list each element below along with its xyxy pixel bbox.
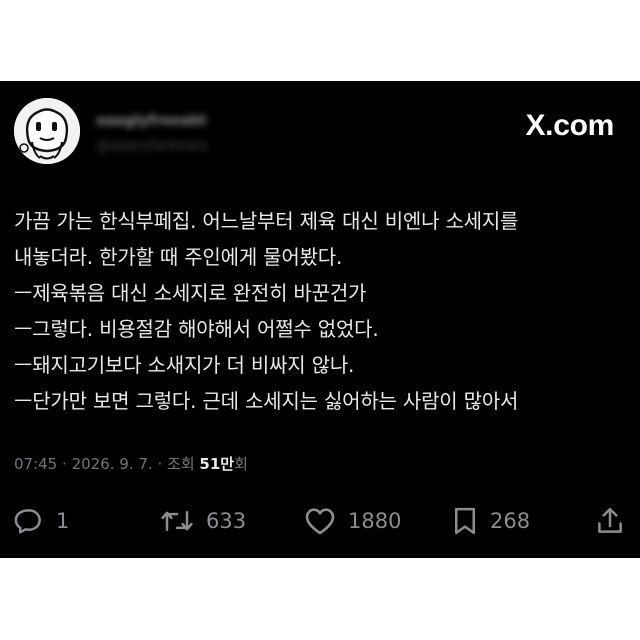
user-display-name[interactable]: aaaglyfreeabt [96,113,206,129]
reply-count: 1 [56,509,70,533]
like-count: 1880 [348,509,402,533]
repost-count: 633 [206,509,247,533]
views-label: 조회 [167,455,195,473]
repost-button[interactable]: 633 [160,501,246,541]
post-meta: 07:45 · 2026. 9. 7. · 조회 51만회 [14,453,248,474]
meta-separator: · [62,455,67,473]
post-body-line: 가끔 가는 한식부페집. 어느날부터 제육 대신 비엔나 소세지를 [14,209,519,233]
action-bar: 1 633 1880 268 [0,501,640,541]
brand-logo: X.com [525,109,614,142]
cartoon-avatar-icon [14,98,80,164]
post-body-line: 내놓더라. 한가할 때 주인에게 물어봤다. [14,245,343,269]
reply-button[interactable]: 1 [14,501,69,541]
post-body: 가끔 가는 한식부페집. 어느날부터 제육 대신 비엔나 소세지를 내놓더라. … [14,203,630,419]
post-time[interactable]: 07:45 [14,455,57,473]
post-body-line: ㅡ단가만 보면 그렇다. 근데 소세지는 싫어하는 사람이 많아서 [14,389,519,413]
bookmark-button[interactable]: 268 [452,501,530,541]
bookmark-count: 268 [490,509,531,533]
repost-icon [161,511,193,531]
avatar[interactable] [14,98,80,164]
post-body-line: ㅡ돼지고기보다 소새지가 더 비싸지 않나. [14,353,355,377]
post-body-line: ㅡ그렇다. 비용절감 해야해서 어쩔수 없었다. [14,317,379,341]
meta-separator: · [157,455,163,473]
bookmark-icon [455,507,475,535]
views-suffix: 회 [234,455,248,473]
like-icon [305,508,335,535]
like-button[interactable]: 1880 [304,501,401,541]
user-handle[interactable]: @aaaryfarbeats [96,138,208,154]
share-button[interactable] [596,501,624,541]
post-date[interactable]: 2026. 9. 7. [72,455,153,473]
share-icon [598,507,622,533]
reply-icon [14,509,41,534]
post-card: aaaglyfreeabt @aaaryfarbeats X.com 가끔 가는… [0,81,640,558]
post-body-line: ㅡ제육볶음 대신 소세지로 완전히 바꾼건가 [14,281,367,305]
views-count: 51만 [199,455,235,473]
